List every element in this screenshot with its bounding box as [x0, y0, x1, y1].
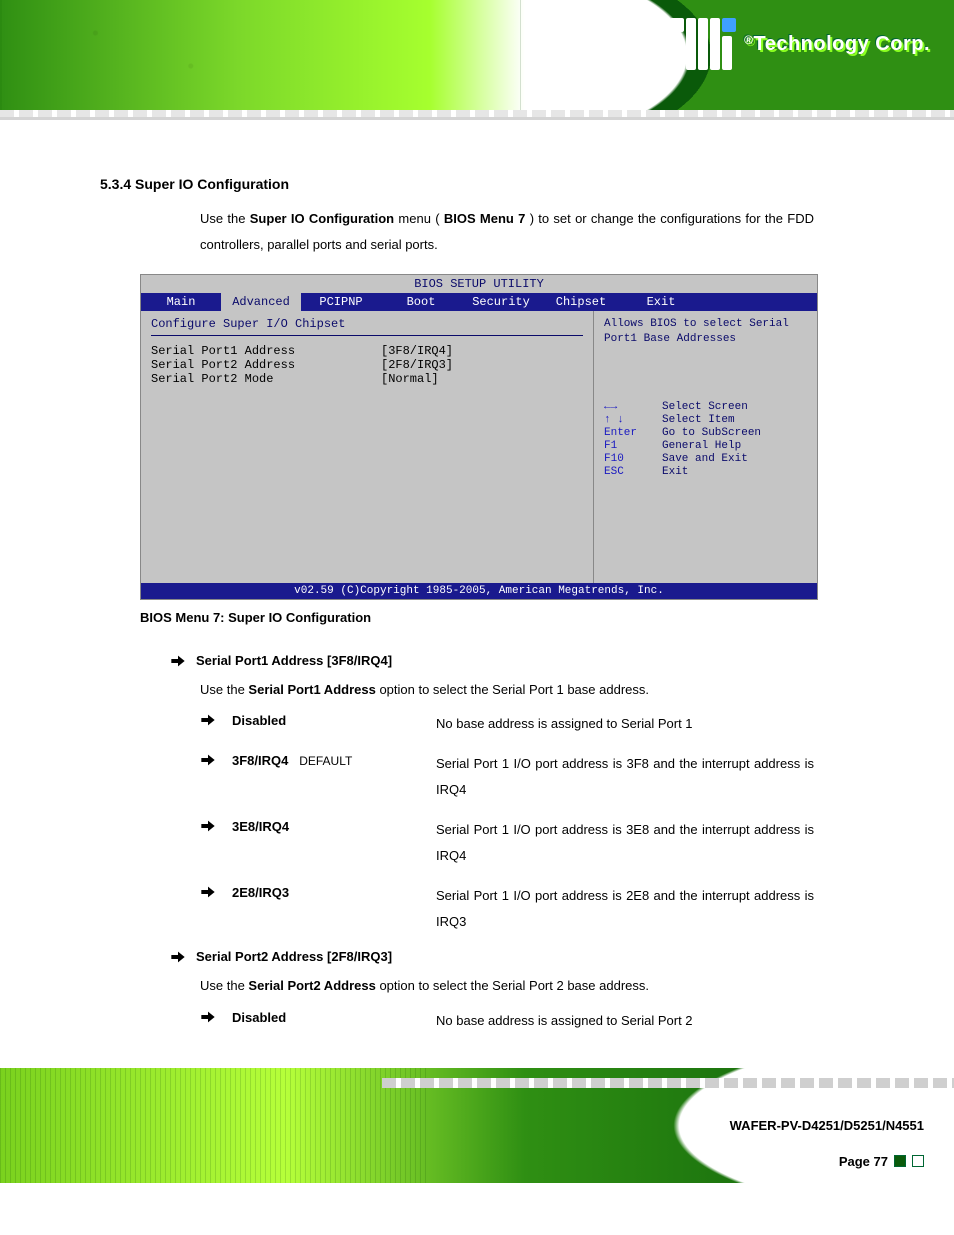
bios-tab-main[interactable]: Main: [141, 293, 221, 311]
arrow-right-icon: [200, 817, 218, 836]
bios-key-hint: F10 Save and Exit: [604, 453, 809, 465]
divider-stripe: [0, 110, 954, 117]
bios-setting-row[interactable]: Serial Port2 Address[2F8/IRQ3]: [151, 358, 583, 372]
page-number: Page 77: [839, 1154, 924, 1169]
key-action: Save and Exit: [662, 453, 748, 465]
option-description: Serial Port 1 I/O port address is 3F8 an…: [436, 751, 814, 803]
bios-help-panel: Allows BIOS to select Serial Port1 Base …: [593, 311, 817, 583]
definition-intro: Use the Serial Port2 Address option to s…: [200, 974, 814, 997]
definition-heading: Serial Port1 Address [3F8/IRQ4]: [170, 653, 814, 668]
arrow-right-icon: [200, 751, 218, 770]
key-symbol: F10: [604, 453, 654, 465]
bios-panel-title: Configure Super I/O Chipset: [151, 317, 583, 331]
bios-footer: v02.59 (C)Copyright 1985-2005, American …: [141, 583, 817, 599]
key-action: General Help: [662, 440, 741, 452]
bios-tab-boot[interactable]: Boot: [381, 293, 461, 311]
bios-key-list: ←→ Select Screen ↑ ↓ Select Item Enter Go to …: [604, 401, 809, 478]
bios-setup-panel: BIOS SETUP UTILITY MainAdvancedPCIPNPBoo…: [140, 274, 818, 600]
bios-setting-value: [3F8/IRQ4]: [381, 344, 453, 358]
arrow-right-icon: [170, 654, 186, 668]
bios-tab-advanced[interactable]: Advanced: [221, 293, 301, 311]
bios-header: BIOS SETUP UTILITY: [141, 275, 817, 293]
bottom-banner: WAFER-PV-D4251/D5251/N4551 Page 77: [0, 1068, 954, 1183]
arrow-right-icon: [200, 885, 216, 899]
logo-block: ®Technology Corp.: [670, 18, 930, 70]
option-description: No base address is assigned to Serial Po…: [436, 1008, 814, 1034]
option-name: Disabled: [232, 711, 422, 728]
section-intro: Use the Super IO Configuration menu ( BI…: [200, 206, 814, 258]
definition-heading: Serial Port2 Address [2F8/IRQ3]: [170, 949, 814, 964]
bios-tab-bar: MainAdvancedPCIPNPBootSecurityChipsetExi…: [141, 293, 817, 311]
definition-title: Serial Port1 Address [3F8/IRQ4]: [196, 653, 392, 668]
arrow-right-icon: [200, 713, 216, 727]
bios-setting-value: [2F8/IRQ3]: [381, 358, 453, 372]
option-name: Disabled: [232, 1008, 422, 1025]
option-row: 2E8/IRQ3 Serial Port 1 I/O port address i…: [200, 883, 814, 935]
bottom-stripe: [382, 1078, 954, 1088]
key-symbol: F1: [604, 440, 654, 452]
definition-intro: Use the Serial Port1 Address option to s…: [200, 678, 814, 701]
key-symbol: ↑ ↓: [604, 414, 654, 426]
bios-tab-security[interactable]: Security: [461, 293, 541, 311]
bios-setting-value: [Normal]: [381, 372, 439, 386]
brand-text: ®Technology Corp.: [744, 33, 930, 56]
bios-key-hint: ↑ ↓ Select Item: [604, 414, 809, 426]
arrow-right-icon: [200, 1008, 218, 1027]
page-indicator-icon: [912, 1155, 924, 1167]
arrow-right-icon: [200, 711, 218, 730]
key-action: Select Screen: [662, 401, 748, 413]
bios-caption: BIOS Menu 7: Super IO Configuration: [140, 610, 814, 625]
arrow-right-icon: [170, 950, 186, 964]
arrow-right-icon: [200, 1010, 216, 1024]
bios-key-hint: F1 General Help: [604, 440, 809, 452]
section-heading: 5.3.4 Super IO Configuration: [100, 176, 814, 192]
option-row: Disabled No base address is assigned to S…: [200, 1008, 814, 1034]
arrow-right-icon: [200, 883, 218, 902]
arrow-right-icon: [200, 819, 216, 833]
bios-key-hint: ESC Exit: [604, 466, 809, 478]
option-description: Serial Port 1 I/O port address is 3E8 an…: [436, 817, 814, 869]
key-action: Exit: [662, 466, 688, 478]
option-name: 2E8/IRQ3: [232, 883, 422, 900]
option-name: 3E8/IRQ4: [232, 817, 422, 834]
option-description: No base address is assigned to Serial Po…: [436, 711, 814, 737]
bios-left-panel: Configure Super I/O Chipset Serial Port1…: [141, 311, 593, 583]
iei-logo-icon: [670, 18, 736, 70]
key-symbol: ←→: [604, 401, 654, 413]
arrow-right-icon: [200, 753, 216, 767]
bios-setting-row[interactable]: Serial Port1 Address[3F8/IRQ4]: [151, 344, 583, 358]
bios-tab-pcipnp[interactable]: PCIPNP: [301, 293, 381, 311]
bios-key-hint: ←→ Select Screen: [604, 401, 809, 413]
key-symbol: ESC: [604, 466, 654, 478]
option-row: 3E8/IRQ4 Serial Port 1 I/O port address i…: [200, 817, 814, 869]
option-row: 3F8/IRQ4 DEFAULT Serial Port 1 I/O port a…: [200, 751, 814, 803]
bios-setting-label: Serial Port2 Mode: [151, 372, 381, 386]
definition-title: Serial Port2 Address [2F8/IRQ3]: [196, 949, 392, 964]
bios-setting-label: Serial Port2 Address: [151, 358, 381, 372]
bios-help-desc: Allows BIOS to select Serial Port1 Base …: [604, 317, 809, 401]
key-action: Go to SubScreen: [662, 427, 761, 439]
bios-tab-chipset[interactable]: Chipset: [541, 293, 621, 311]
bios-setting-row[interactable]: Serial Port2 Mode[Normal]: [151, 372, 583, 386]
key-symbol: Enter: [604, 427, 654, 439]
bios-key-hint: Enter Go to SubScreen: [604, 427, 809, 439]
top-banner: ®Technology Corp.: [0, 0, 954, 110]
product-model: WAFER-PV-D4251/D5251/N4551: [730, 1118, 924, 1133]
option-name: 3F8/IRQ4 DEFAULT: [232, 751, 422, 768]
option-description: Serial Port 1 I/O port address is 2E8 an…: [436, 883, 814, 935]
page-indicator-icon: [894, 1155, 906, 1167]
bios-setting-label: Serial Port1 Address: [151, 344, 381, 358]
bios-tab-exit[interactable]: Exit: [621, 293, 701, 311]
key-action: Select Item: [662, 414, 735, 426]
option-row: Disabled No base address is assigned to S…: [200, 711, 814, 737]
